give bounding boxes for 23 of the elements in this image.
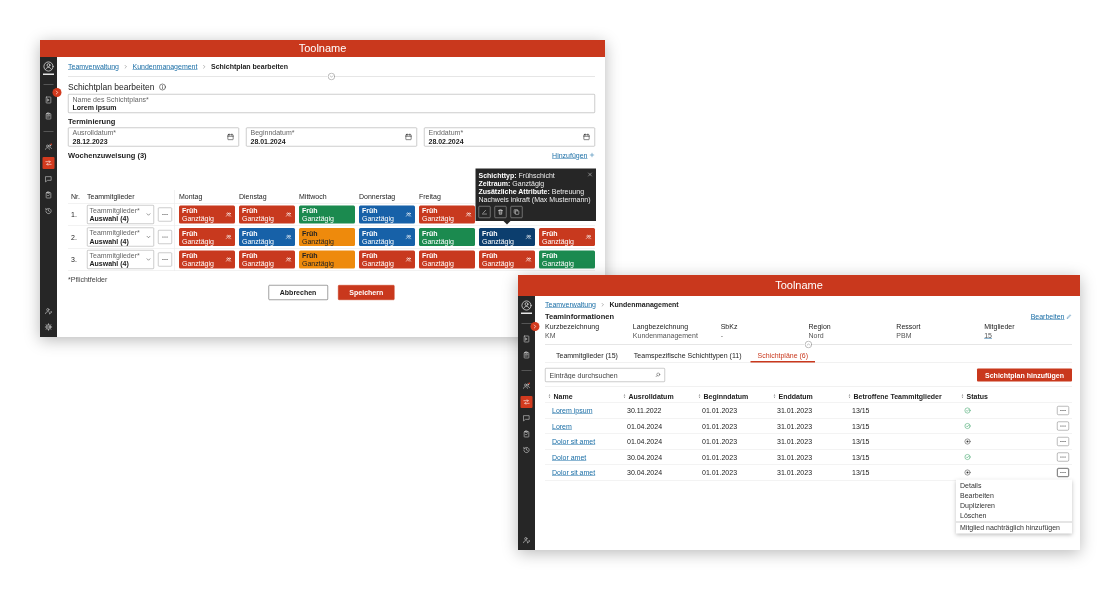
more-icon [161, 256, 169, 263]
sort-icon[interactable] [697, 393, 702, 399]
expand-toggle[interactable] [530, 322, 540, 331]
window-title: Toolname [298, 42, 347, 55]
more-icon [1059, 469, 1067, 476]
more-icon [1059, 407, 1067, 414]
more-icon [161, 211, 169, 218]
sort-icon[interactable] [547, 393, 552, 399]
more-button[interactable] [158, 252, 172, 267]
sidebar-item[interactable] [520, 396, 533, 408]
expand-toggle[interactable] [52, 88, 62, 97]
sort-icon[interactable] [960, 393, 965, 399]
sort-icon[interactable] [622, 393, 627, 399]
more-button[interactable] [1057, 406, 1069, 415]
page-title: Schichtplan bearbeiten [68, 82, 155, 92]
window-title: Toolname [775, 279, 823, 292]
more-icon [1059, 438, 1067, 445]
sidebar-item[interactable] [42, 157, 55, 169]
more-button[interactable] [1057, 437, 1069, 446]
more-button[interactable] [1057, 468, 1069, 477]
sort-icon[interactable] [772, 393, 777, 399]
sort-icon[interactable] [847, 393, 852, 399]
more-button[interactable] [158, 207, 172, 222]
